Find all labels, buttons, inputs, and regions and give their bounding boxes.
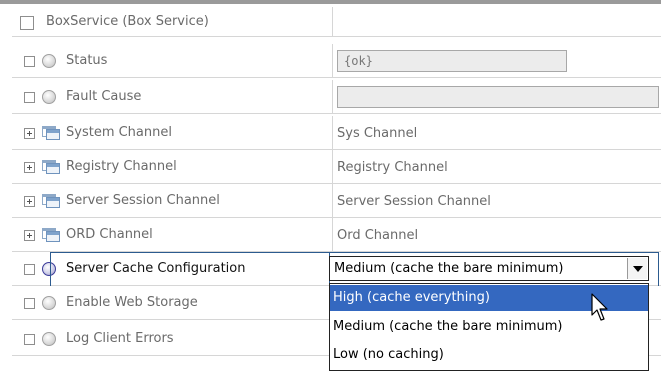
expand-plus-icon[interactable] [24, 162, 35, 173]
property-row-ord-channel[interactable]: ORD Channel Ord Channel [12, 218, 661, 252]
channel-window-icon [42, 160, 60, 174]
property-circle-icon [42, 296, 56, 310]
focus-outline-top [330, 252, 659, 253]
header-checkbox[interactable] [20, 16, 34, 30]
row-checkbox[interactable] [24, 264, 35, 275]
component-title: BoxService (Box Service) [46, 14, 209, 29]
cache-config-select[interactable]: Medium (cache the bare minimum) [329, 256, 649, 281]
property-sheet: BoxService (Box Service) Status {ok} Fau… [0, 0, 661, 375]
property-row-registry-channel[interactable]: Registry Channel Registry Channel [12, 150, 661, 184]
property-value: Sys Channel [337, 126, 418, 141]
expand-plus-icon[interactable] [24, 128, 35, 139]
row-checkbox[interactable] [24, 92, 35, 103]
property-label: Status [66, 53, 108, 68]
row-checkbox[interactable] [24, 56, 35, 67]
property-label: Fault Cause [66, 89, 142, 104]
row-checkbox[interactable] [24, 298, 35, 309]
top-border [0, 0, 661, 4]
header-row[interactable]: BoxService (Box Service) [12, 7, 661, 37]
property-row-fault-cause[interactable]: Fault Cause [12, 80, 661, 114]
column-divider [332, 80, 333, 113]
option-low[interactable]: Low (no caching) [330, 342, 648, 368]
focus-outline [50, 252, 330, 286]
property-label: ORD Channel [66, 227, 153, 242]
column-divider [332, 150, 333, 183]
channel-window-icon [42, 228, 60, 242]
column-divider [332, 218, 333, 251]
property-label: Registry Channel [66, 159, 177, 174]
column-divider [332, 116, 333, 149]
column-divider [332, 7, 333, 36]
status-field: {ok} [337, 50, 567, 72]
property-value: Ord Channel [337, 228, 419, 243]
expand-plus-icon[interactable] [24, 230, 35, 241]
property-row-server-session-channel[interactable]: Server Session Channel Server Session Ch… [12, 184, 661, 218]
fault-cause-field [337, 86, 659, 108]
column-divider [332, 44, 333, 77]
property-circle-icon [42, 54, 56, 68]
property-label: Log Client Errors [66, 331, 174, 346]
focus-outline-right [658, 252, 659, 286]
arrow-cursor-icon [591, 293, 608, 321]
property-label: Enable Web Storage [66, 295, 198, 310]
expand-plus-icon[interactable] [24, 196, 35, 207]
row-checkbox[interactable] [24, 334, 35, 345]
property-circle-icon [42, 332, 56, 346]
channel-window-icon [42, 126, 60, 140]
property-row-status[interactable]: Status {ok} [12, 44, 661, 78]
property-label: Server Session Channel [66, 193, 220, 208]
channel-window-icon [42, 194, 60, 208]
property-row-system-channel[interactable]: System Channel Sys Channel [12, 116, 661, 150]
column-divider [332, 184, 333, 217]
property-value: Registry Channel [337, 160, 448, 175]
property-circle-icon [42, 90, 56, 104]
property-value: Server Session Channel [337, 194, 491, 209]
chevron-down-icon[interactable] [627, 258, 647, 279]
select-current-value: Medium (cache the bare minimum) [334, 261, 564, 276]
property-label: System Channel [66, 125, 172, 140]
